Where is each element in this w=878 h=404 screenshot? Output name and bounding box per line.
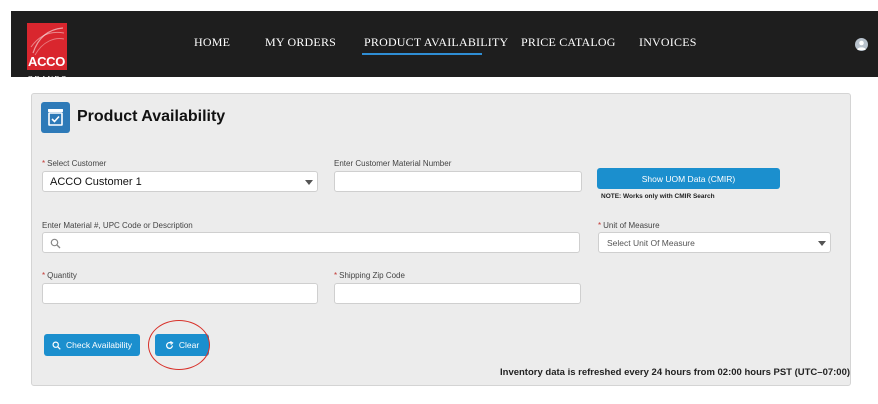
shipping-zip-label: * Shipping Zip Code [334,271,405,280]
check-availability-button[interactable]: Check Availability [44,334,140,356]
logo-wordmark: ACCO [28,54,66,69]
user-avatar-icon[interactable] [855,38,868,51]
logo-subtext: BRANDS [28,74,68,83]
unit-of-measure-label: * Unit of Measure [598,221,660,230]
nav-invoices[interactable]: INVOICES [639,35,697,50]
chevron-down-icon [818,241,826,246]
nav-price-catalog[interactable]: PRICE CATALOG [521,35,616,50]
uom-note: NOTE: Works only with CMIR Search [601,193,715,200]
top-nav-bar: ACCO BRANDS HOME MY ORDERS PRODUCT AVAIL… [11,11,878,83]
chevron-down-icon [305,180,313,185]
customer-material-input[interactable] [334,171,582,192]
page-title: Product Availability [77,108,226,125]
unit-of-measure-dropdown[interactable]: Select Unit Of Measure [598,232,831,253]
select-customer-dropdown[interactable]: ACCO Customer 1 [42,171,318,192]
check-availability-label: Check Availability [66,340,132,350]
search-icon [52,341,61,350]
nav-product-availability[interactable]: PRODUCT AVAILABILITY [364,35,508,50]
select-customer-label: * Select Customer [42,159,107,168]
material-search-input[interactable] [42,232,580,253]
logo-red-block: ACCO [27,23,67,70]
inventory-refresh-note: Inventory data is refreshed every 24 hou… [500,367,851,378]
search-icon [50,238,61,249]
nav-my-orders[interactable]: MY ORDERS [265,35,336,50]
material-search-label: Enter Material #, UPC Code or Descriptio… [42,221,193,230]
logo-swirl-icon [30,27,65,56]
select-customer-value: ACCO Customer 1 [50,176,142,188]
nav-home[interactable]: HOME [194,35,230,50]
quantity-label: * Quantity [42,271,77,280]
shipping-zip-input[interactable] [334,283,581,304]
unit-of-measure-placeholder: Select Unit Of Measure [607,238,695,248]
acco-brands-logo[interactable]: ACCO BRANDS [27,23,67,83]
product-availability-icon [41,102,70,133]
show-uom-data-button[interactable]: Show UOM Data (CMIR) [597,168,780,189]
active-nav-indicator [362,53,482,55]
quantity-input[interactable] [42,283,318,304]
customer-material-label: Enter Customer Material Number [334,159,452,168]
annotation-circle [148,320,210,370]
